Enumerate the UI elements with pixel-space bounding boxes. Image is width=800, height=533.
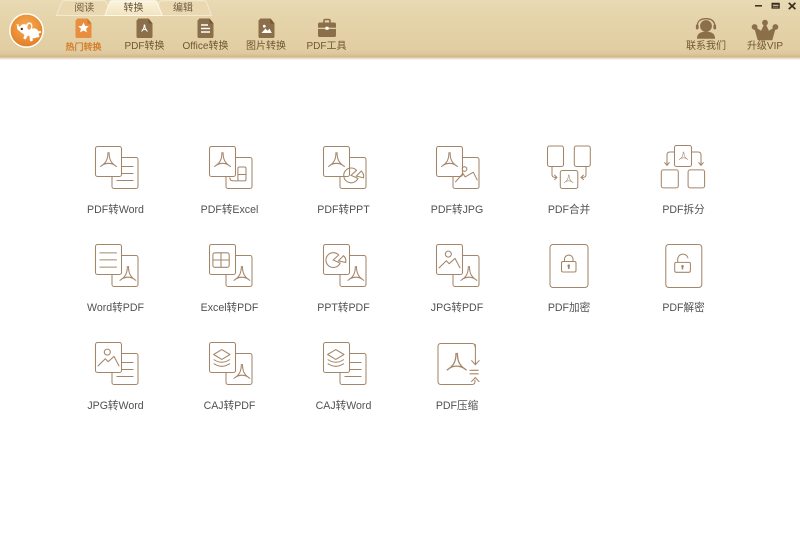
svg-text:阅读: 阅读 <box>74 1 94 14</box>
svg-text:转换: 转换 <box>124 1 144 14</box>
svg-text:编辑: 编辑 <box>173 1 193 14</box>
